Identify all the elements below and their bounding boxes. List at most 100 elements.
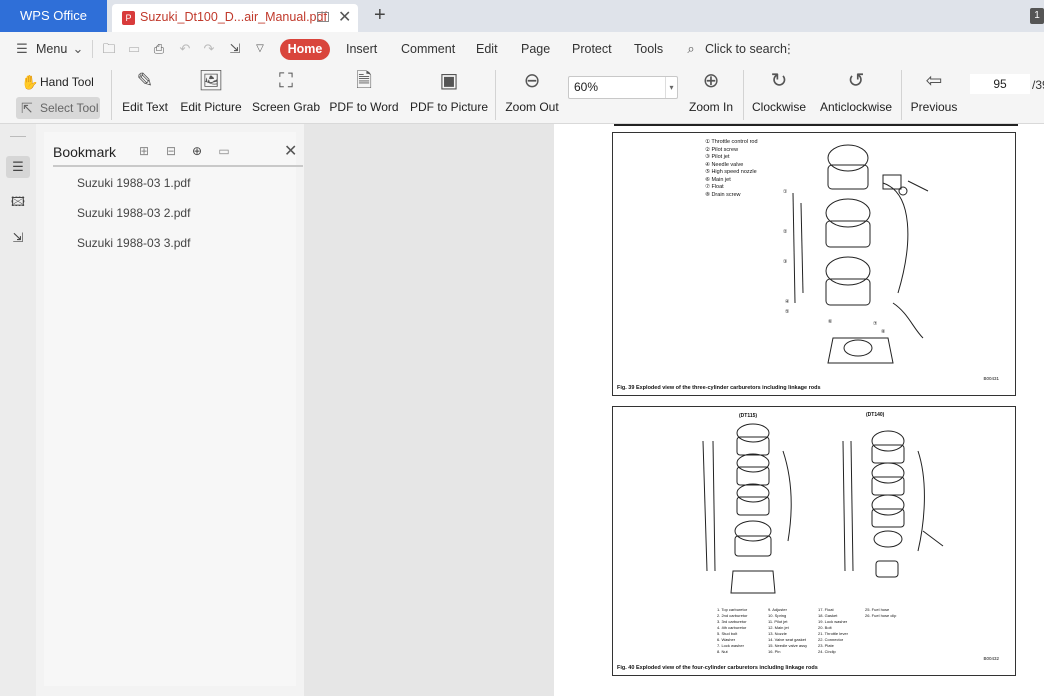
more-options-icon[interactable]: ⋮ [781,41,797,57]
page-number-input[interactable]: 95 [970,74,1030,94]
divider [743,70,744,120]
redo-icon[interactable]: ↷ [201,41,217,57]
bookmark-item[interactable]: Suzuki 1988-03 1.pdf [77,176,190,190]
legend-item: ⑥ Main jet [705,176,731,183]
rail-grip [10,136,26,137]
chevron-down-icon[interactable]: ⌄ [70,41,86,57]
legend-item: ④ Needle valve [705,161,744,168]
tab-protect[interactable]: Protect [572,42,612,56]
expand-all-icon[interactable]: ⊞ [137,144,151,158]
figure-code: B00432 [983,656,999,661]
legend-item: ③ Pilot jet [705,154,730,160]
save-icon[interactable]: ▭ [126,41,142,57]
svg-text:⑥: ⑥ [828,319,833,325]
divider [92,40,93,58]
figure-40-legend-col1: 1. Top carburetor 2. 2nd carburetor 3. 3… [717,607,747,655]
bookmark-panel-icon[interactable]: ☰ [6,156,30,178]
search-icon[interactable]: ⌕ [683,41,699,57]
window-icon[interactable] [317,12,329,22]
pdf-to-word-button[interactable]: 🗎 PDF to Word [328,68,400,122]
tab-comment[interactable]: Comment [401,42,455,56]
tab-bar: WPS Office P Suzuki_Dt100_D...air_Manual… [0,0,1044,32]
carburetor-drawing-three-cylinder: ① ② ③ ④ ⑤ ⑥ ⑦ ⑧ [783,144,929,364]
export-icon[interactable]: ⇲ [227,41,243,57]
account-badge[interactable]: 1 [1030,8,1044,24]
tab-edit[interactable]: Edit [476,42,498,56]
bookmark-item[interactable]: Suzuki 1988-03 3.pdf [77,236,190,250]
svg-text:①: ① [783,189,788,195]
close-icon[interactable]: ✕ [284,141,297,161]
rotate-clockwise-button[interactable]: ↻ Clockwise [750,68,808,122]
bookmark-item[interactable]: Suzuki 1988-03 2.pdf [77,206,190,220]
edit-text-button[interactable]: ✎ Edit Text [119,68,171,122]
edit-picture-label: Edit Picture [180,100,242,114]
close-tab-icon[interactable]: ✕ [338,7,351,27]
tab-insert[interactable]: Insert [346,42,377,56]
select-tool-label: Select Tool [40,101,99,115]
zoom-in-button[interactable]: ⊕ Zoom In [686,68,736,122]
hamburger-icon[interactable]: ☰ [14,41,30,57]
edit-picture-button[interactable]: 🖼 Edit Picture [179,68,243,122]
document-tab-title: Suzuki_Dt100_D...air_Manual.pdf [140,10,327,24]
hand-tool-label: Hand Tool [40,75,94,89]
hand-tool-button[interactable]: ✋ Hand Tool [16,71,100,93]
divider [901,70,902,120]
tab-home[interactable]: Home [280,39,330,60]
svg-text:②: ② [783,229,788,235]
print-icon[interactable]: ⎙ [151,41,167,57]
legend-item: ⑧ Drain screw [705,191,741,198]
select-tool-button[interactable]: ⇱ Select Tool [16,97,100,119]
previous-page-button[interactable]: ⇦ Previous [908,68,960,122]
hand-icon: ✋ [21,74,39,90]
undo-icon[interactable]: ↶ [177,41,193,57]
wps-office-tab[interactable]: WPS Office [0,0,107,32]
menu-bar: ☰ Menu ⌄ 🗀 ▭ ⎙ ↶ ↷ ⇲ ▽ Home Insert Comme… [0,32,1044,66]
tab-tools[interactable]: Tools [634,42,663,56]
more-dropdown-icon[interactable]: ▽ [252,41,268,57]
figure-39-legend: ① Throttle control rod ② Pilot screw ③ P… [705,139,758,199]
document-canvas[interactable]: ① Throttle control rod ② Pilot screw ③ P… [304,124,1044,696]
thumbnail-panel-icon[interactable]: 🖾 [6,191,30,213]
add-bookmark-icon[interactable]: ⊕ [190,144,204,158]
pdf-to-word-icon: 🗎 [355,70,373,92]
chevron-down-icon[interactable]: ▾ [665,77,677,98]
divider [111,70,112,120]
figure-40-label-dt115: (DT115) [739,413,758,419]
page-top-rule [614,124,1018,126]
pdf-icon: P [122,11,135,25]
zoom-out-button[interactable]: ⊖ Zoom Out [502,68,562,122]
edit-text-icon: ✎ [136,70,154,92]
zoom-level-select[interactable]: 60% ▾ [568,76,678,99]
legend-item: ⑤ High speed nozzle [705,169,757,175]
zoom-level-value: 60% [574,80,599,94]
legend-item: ② Pilot screw [705,146,739,153]
pdf-to-picture-button[interactable]: ▣ PDF to Picture [410,68,488,122]
search-button[interactable]: Click to search [705,42,787,56]
collapse-all-icon[interactable]: ⊟ [164,144,178,158]
rotate-anticlockwise-icon: ↺ [847,70,865,92]
rotate-anticlockwise-button[interactable]: ↺ Anticlockwise [818,68,894,122]
delete-bookmark-icon[interactable]: ▭ [217,144,231,158]
pdf-page: ① Throttle control rod ② Pilot screw ③ P… [554,124,1044,696]
figure-39-caption: Fig. 39 Exploded view of the three-cylin… [617,385,821,391]
menu-button[interactable]: Menu [36,42,67,56]
zoom-in-label: Zoom In [688,100,733,114]
svg-text:⑦: ⑦ [873,321,878,327]
document-tab[interactable]: P Suzuki_Dt100_D...air_Manual.pdf ✕ [112,4,358,32]
open-folder-icon[interactable]: 🗀 [101,41,117,57]
cursor-icon: ⇱ [21,100,33,116]
left-rail: ☰ 🖾 ⇲ [0,124,36,696]
edit-text-label: Edit Text [122,100,168,114]
screen-grab-icon: ⛶ [279,70,293,92]
screen-grab-button[interactable]: ⛶ Screen Grab [252,68,320,122]
zoom-in-icon: ⊕ [702,70,720,92]
tab-page[interactable]: Page [521,42,550,56]
annotation-panel-icon[interactable]: ⇲ [6,227,30,249]
divider [495,70,496,120]
rotate-clockwise-icon: ↻ [770,70,788,92]
svg-text:③: ③ [783,259,787,265]
bookmark-panel: Bookmark ⊞ ⊟ ⊕ ▭ ✕ Suzuki 1988-03 1.pdf … [36,124,304,696]
clockwise-label: Clockwise [751,100,806,114]
new-tab-button[interactable]: + [374,4,386,27]
legend-item: 8. Nut [717,649,728,654]
